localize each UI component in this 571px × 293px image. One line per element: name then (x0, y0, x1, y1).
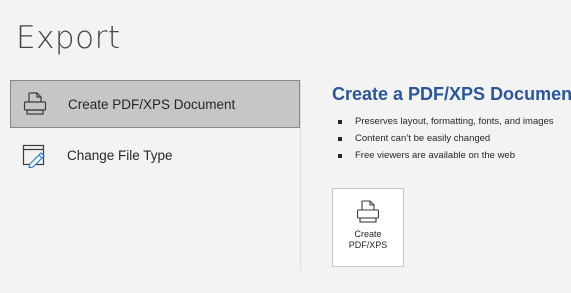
option-create-pdf-xps[interactable]: Create PDF/XPS Document (10, 80, 300, 128)
feature-list: Preserves layout, formatting, fonts, and… (332, 113, 571, 164)
feature-item: Content can’t be easily changed (332, 130, 571, 147)
option-change-file-type[interactable]: Change File Type (10, 131, 300, 179)
page-title: Export (16, 20, 121, 56)
option-label: Create PDF/XPS Document (68, 96, 236, 112)
feature-item: Preserves layout, formatting, fonts, and… (332, 113, 571, 130)
create-pdf-xps-label: Create PDF/XPS (348, 229, 388, 250)
option-label: Change File Type (67, 147, 173, 163)
change-file-type-icon (20, 141, 48, 169)
pane-divider (300, 80, 301, 270)
feature-item: Free viewers are available on the web (332, 147, 571, 164)
pdf-document-icon (355, 199, 381, 225)
create-pdf-xps-button[interactable]: Create PDF/XPS (332, 188, 404, 267)
detail-title: Create a PDF/XPS Document (332, 84, 571, 104)
pdf-document-icon (21, 90, 49, 118)
detail-pane: Create a PDF/XPS Document Preserves layo… (332, 84, 571, 164)
backstage-panel: Export Create PDF/XPS Document Change Fi… (0, 0, 571, 293)
export-options-list: Create PDF/XPS Document Change File Type (10, 80, 300, 179)
